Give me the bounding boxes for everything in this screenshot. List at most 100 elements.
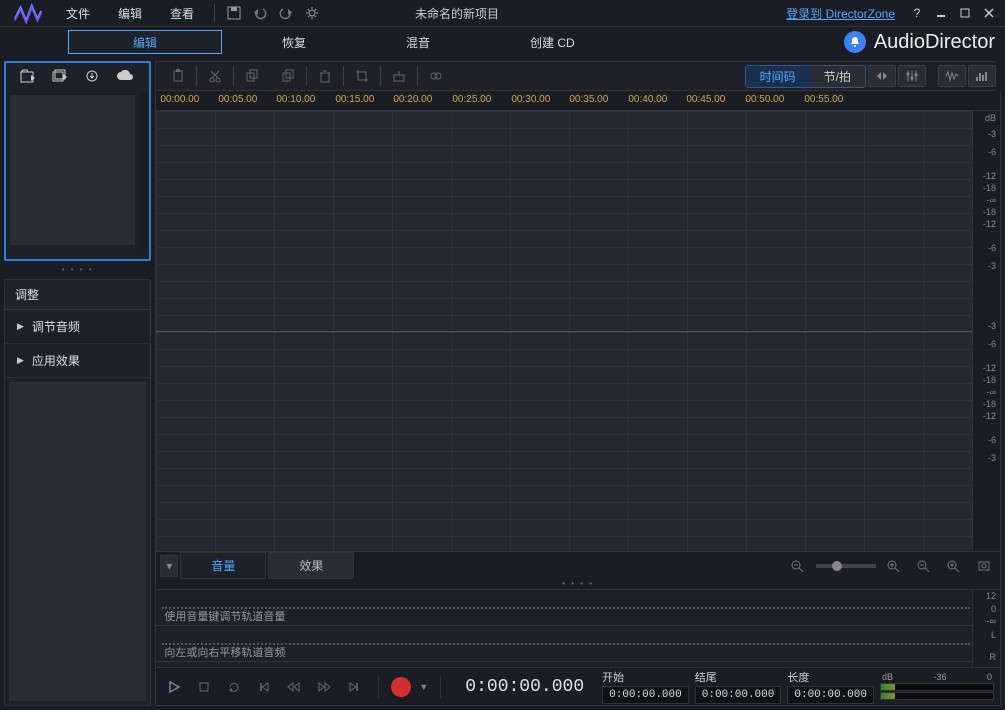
time-tick: 00:50.00	[745, 94, 784, 105]
tab-effect[interactable]: 效果	[268, 552, 354, 579]
app-brand: AudioDirector	[844, 31, 995, 54]
track-pan[interactable]: 向左或向右平移轨道音频	[156, 626, 1000, 662]
cut-icon[interactable]	[197, 64, 233, 88]
adjust-item-label: 调节音频	[32, 318, 80, 335]
close-icon[interactable]	[977, 2, 1001, 24]
cloud-icon[interactable]	[116, 70, 134, 85]
adjust-panel: 调整 ▶ 调节音频 ▶ 应用效果	[4, 279, 151, 706]
loop-button[interactable]	[222, 675, 246, 699]
time-tick: 00:25.00	[452, 94, 491, 105]
expand-arrow-icon: ▶	[17, 355, 24, 366]
start-value[interactable]: 0:00:00.000	[602, 686, 689, 704]
adjust-item-audio[interactable]: ▶ 调节音频	[5, 310, 150, 344]
import-folder-icon[interactable]	[52, 69, 68, 86]
time-tick: 00:40.00	[628, 94, 667, 105]
time-tick: 00:30.00	[511, 94, 550, 105]
download-cloud-icon[interactable]	[84, 69, 100, 86]
timecode-display: 0:00:00.000	[465, 677, 584, 697]
notification-bell-icon[interactable]	[844, 31, 866, 53]
forward-button[interactable]	[312, 675, 336, 699]
record-dropdown-icon[interactable]: ▼	[419, 682, 428, 692]
copy2-icon[interactable]	[270, 64, 306, 88]
copy-icon[interactable]	[234, 64, 270, 88]
track-volume[interactable]: 使用音量键调节轨道音量	[156, 590, 1000, 626]
time-toggle-group: 时间码 节/拍	[745, 65, 866, 88]
toggle-timecode[interactable]: 时间码	[745, 65, 811, 88]
waveform-view-icon[interactable]	[938, 65, 966, 87]
scrollbar[interactable]	[140, 93, 147, 249]
app-logo-icon	[4, 0, 52, 27]
adjust-title: 调整	[5, 280, 150, 310]
stop-button[interactable]	[192, 675, 216, 699]
menu-bar: 文件 编辑 查看 未命名的新项目 登录到 DirectorZone ?	[0, 0, 1005, 27]
normalize-icon[interactable]	[381, 64, 417, 88]
redo-icon[interactable]	[273, 2, 299, 24]
media-panel	[4, 61, 151, 261]
end-value[interactable]: 0:00:00.000	[695, 686, 782, 704]
skip-end-button[interactable]	[342, 675, 366, 699]
crop-icon[interactable]	[344, 64, 380, 88]
track-hint: 向左或向右平移轨道音频	[164, 644, 285, 660]
paste-icon[interactable]	[160, 64, 196, 88]
menu-edit[interactable]: 编辑	[104, 1, 156, 26]
panel-collapse-icon[interactable]: ▾	[160, 555, 178, 577]
tab-restore[interactable]: 恢复	[252, 30, 336, 55]
fit-zoom-icon[interactable]	[972, 554, 996, 578]
undo-icon[interactable]	[247, 2, 273, 24]
tab-volume[interactable]: 音量	[180, 552, 266, 579]
save-icon[interactable]	[221, 2, 247, 24]
toggle-beats[interactable]: 节/拍	[810, 66, 865, 87]
cursor-pos-icon[interactable]	[868, 65, 896, 87]
time-tick: 00:45.00	[686, 94, 725, 105]
delete-icon[interactable]	[307, 64, 343, 88]
menu-file[interactable]: 文件	[52, 1, 104, 26]
waveform-canvas[interactable]: dB -3 -6 -12 -18 -∞ -18 -12 -6 -3 -3 -6 …	[156, 111, 1000, 551]
help-icon[interactable]: ?	[905, 2, 929, 24]
director-zone-link[interactable]: 登录到 DirectorZone	[786, 5, 895, 22]
zoom-out-vert-icon[interactable]	[912, 554, 936, 578]
meter-right	[880, 692, 994, 700]
maximize-icon[interactable]	[953, 2, 977, 24]
effect-icon[interactable]	[418, 64, 454, 88]
length-value[interactable]: 0:00:00.000	[787, 686, 874, 704]
record-button[interactable]	[391, 677, 411, 697]
tab-edit[interactable]: 编辑	[68, 30, 222, 54]
zoom-slider[interactable]	[816, 564, 876, 568]
time-ruler[interactable]: 00:00.00 00:05.00 00:10.00 00:15.00 00:2…	[156, 91, 1000, 111]
play-button[interactable]	[162, 675, 186, 699]
tab-create-cd[interactable]: 创建 CD	[500, 30, 605, 55]
time-tick: 00:15.00	[335, 94, 374, 105]
settings-gear-icon[interactable]	[299, 2, 325, 24]
track-scale: 12 0 -∞ L R dB	[972, 590, 1000, 667]
timeline-area: 00:00.00 00:05.00 00:10.00 00:15.00 00:2…	[155, 91, 1001, 706]
rewind-button[interactable]	[282, 675, 306, 699]
zoom-in-vert-icon[interactable]	[942, 554, 966, 578]
start-label: 开始	[602, 669, 689, 685]
zoom-out-horiz-icon[interactable]	[786, 554, 810, 578]
resize-handle-icon[interactable]: • • • •	[156, 579, 1000, 589]
resize-handle-icon[interactable]: • • • •	[4, 265, 151, 275]
time-tick: 00:00.00	[160, 94, 199, 105]
length-label: 长度	[787, 669, 874, 685]
adjust-item-label: 应用效果	[32, 352, 80, 369]
tab-mix[interactable]: 混音	[376, 30, 460, 55]
minimize-icon[interactable]	[929, 2, 953, 24]
time-tick: 00:10.00	[276, 94, 315, 105]
end-label: 结尾	[695, 669, 782, 685]
time-tick: 00:05.00	[218, 94, 257, 105]
zoom-in-horiz-icon[interactable]	[882, 554, 906, 578]
editor-toolbar: 时间码 节/拍	[155, 61, 1001, 91]
media-list	[10, 95, 135, 245]
time-tick: 00:35.00	[569, 94, 608, 105]
time-tick: 00:55.00	[804, 94, 843, 105]
menu-view[interactable]: 查看	[156, 1, 208, 26]
spectral-view-icon[interactable]	[968, 65, 996, 87]
meter-left	[880, 683, 994, 691]
tracks-area: 使用音量键调节轨道音量 向左或向右平移轨道音频 12 0 -∞ L R dB	[156, 589, 1000, 667]
import-file-icon[interactable]	[20, 69, 36, 86]
skip-start-button[interactable]	[252, 675, 276, 699]
adjust-item-effect[interactable]: ▶ 应用效果	[5, 344, 150, 378]
equalizer-icon[interactable]	[898, 65, 926, 87]
main-tabs: 编辑 恢复 混音 创建 CD AudioDirector	[0, 27, 1005, 57]
time-tick: 00:20.00	[393, 94, 432, 105]
